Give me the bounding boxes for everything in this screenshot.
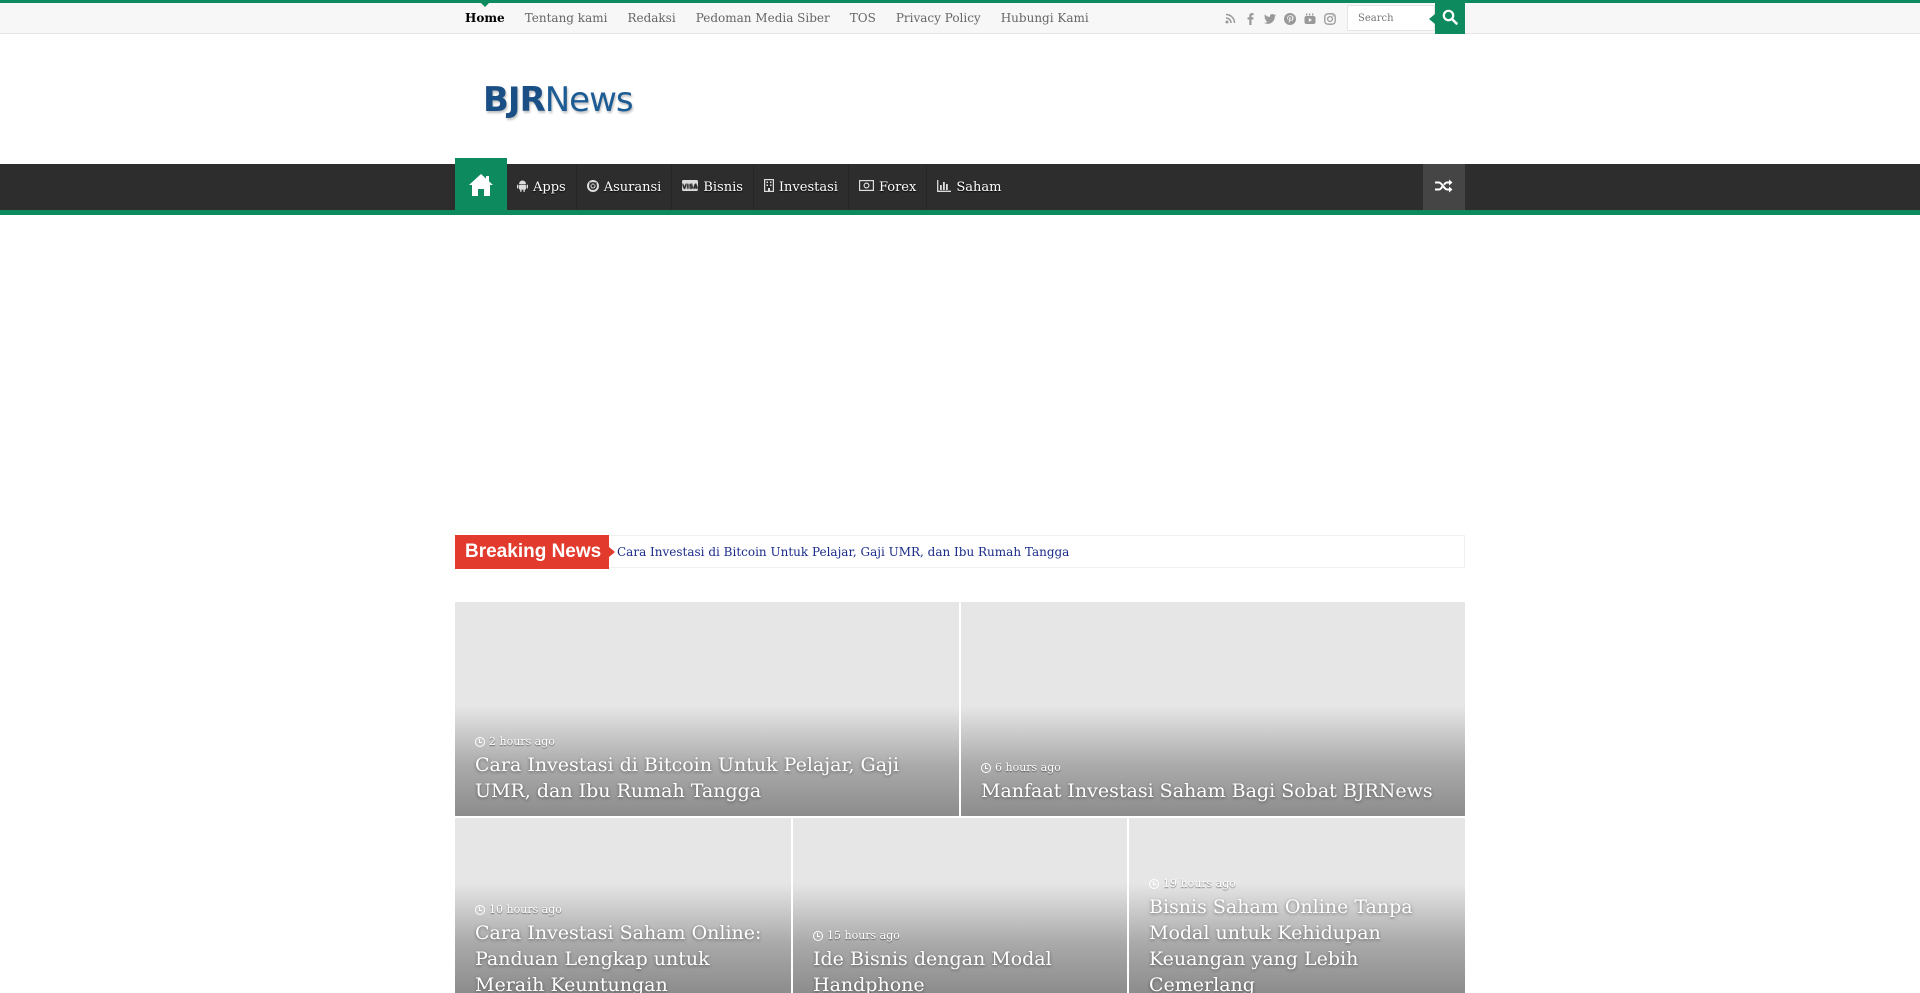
post-time-text: 15 hours ago xyxy=(827,929,900,942)
clock-icon xyxy=(813,930,823,941)
category-menu: Apps Asuransi VISA Bisnis Investasi Fore… xyxy=(507,164,1011,210)
clock-icon xyxy=(1149,878,1159,889)
nav-item-label: Asuransi xyxy=(603,179,662,195)
pinterest-icon[interactable] xyxy=(1283,12,1297,26)
post-time-text: 6 hours ago xyxy=(995,761,1061,774)
breaking-news-headline[interactable]: Cara Investasi di Bitcoin Untuk Pelajar,… xyxy=(617,536,1069,568)
life-ring-icon xyxy=(586,179,599,195)
top-bar-inner: Home Tentang kami Redaksi Pedoman Media … xyxy=(455,3,1465,34)
post-time: 19 hours ago xyxy=(1149,877,1236,890)
nav-item-asuransi[interactable]: Asuransi xyxy=(577,164,673,210)
nav-item-label: Forex xyxy=(878,179,917,195)
post-time: 15 hours ago xyxy=(813,929,900,942)
post-title[interactable]: Cara Investasi di Bitcoin Untuk Pelajar,… xyxy=(475,752,943,804)
top-nav-privacy-policy[interactable]: Privacy Policy xyxy=(896,3,981,34)
breaking-news-label: Breaking News xyxy=(455,535,615,569)
logo-bjr-text: BJR xyxy=(483,80,546,120)
home-icon xyxy=(468,173,494,201)
post-time: 10 hours ago xyxy=(475,903,562,916)
nav-item-saham[interactable]: Saham xyxy=(927,164,1011,210)
main-navigation: Apps Asuransi VISA Bisnis Investasi Fore… xyxy=(0,158,1920,215)
breaking-news-bar: Breaking News Cara Investasi di Bitcoin … xyxy=(455,535,1465,569)
top-nav-tentang-kami[interactable]: Tentang kami xyxy=(525,3,608,34)
search-button[interactable] xyxy=(1429,3,1465,34)
facebook-icon[interactable] xyxy=(1243,12,1257,26)
shuffle-icon xyxy=(1435,178,1453,197)
nav-item-label: Bisnis xyxy=(703,179,743,195)
nav-item-label: Apps xyxy=(533,179,566,195)
site-logo[interactable]: BJRNews xyxy=(483,78,634,122)
main-navigation-inner: Apps Asuransi VISA Bisnis Investasi Fore… xyxy=(455,158,1465,215)
top-nav-home[interactable]: Home xyxy=(465,3,505,34)
building-icon xyxy=(763,179,774,195)
top-nav-hubungi-kami[interactable]: Hubungi Kami xyxy=(1001,3,1089,34)
nav-item-label: Saham xyxy=(956,179,1002,195)
post-title[interactable]: Cara Investasi Saham Online: Panduan Len… xyxy=(475,920,775,993)
post-time-text: 10 hours ago xyxy=(489,903,562,916)
search-input[interactable] xyxy=(1348,6,1434,31)
rss-icon[interactable] xyxy=(1223,12,1237,26)
youtube-icon[interactable] xyxy=(1303,12,1317,26)
search-box xyxy=(1347,5,1435,31)
post-time-text: 19 hours ago xyxy=(1163,877,1236,890)
random-article-button[interactable] xyxy=(1423,164,1465,210)
clock-icon xyxy=(475,904,485,915)
money-icon xyxy=(858,180,874,194)
home-button[interactable] xyxy=(455,158,507,215)
post-title[interactable]: Ide Bisnis dengan Modal Handphone xyxy=(813,946,1111,993)
featured-post-2[interactable]: 6 hours ago Manfaat Investasi Saham Bagi… xyxy=(961,602,1465,816)
search-icon xyxy=(1442,9,1458,29)
post-time-text: 2 hours ago xyxy=(489,735,555,748)
main-navigation-accent-line xyxy=(0,210,1920,215)
svg-text:VISA: VISA xyxy=(682,183,698,190)
top-nav-pedoman-media-siber[interactable]: Pedoman Media Siber xyxy=(696,3,830,34)
nav-item-forex[interactable]: Forex xyxy=(849,164,928,210)
top-navigation: Home Tentang kami Redaksi Pedoman Media … xyxy=(455,3,1109,34)
post-time: 6 hours ago xyxy=(981,761,1061,774)
featured-post-5[interactable]: 19 hours ago Bisnis Saham Online Tanpa M… xyxy=(1129,818,1465,993)
top-nav-redaksi[interactable]: Redaksi xyxy=(627,3,675,34)
top-bar: Home Tentang kami Redaksi Pedoman Media … xyxy=(0,3,1920,34)
post-time: 2 hours ago xyxy=(475,735,555,748)
clock-icon xyxy=(981,762,991,773)
post-title[interactable]: Bisnis Saham Online Tanpa Modal untuk Ke… xyxy=(1149,894,1449,993)
android-icon xyxy=(517,180,528,195)
bar-chart-icon xyxy=(937,179,952,195)
social-icons xyxy=(1223,3,1337,34)
nav-item-investasi[interactable]: Investasi xyxy=(754,164,849,210)
logo-news-text: News xyxy=(544,80,634,120)
nav-item-label: Investasi xyxy=(778,179,838,195)
instagram-icon[interactable] xyxy=(1323,12,1337,26)
visa-card-icon: VISA xyxy=(682,180,699,194)
post-title[interactable]: Manfaat Investasi Saham Bagi Sobat BJRNe… xyxy=(981,778,1449,804)
featured-post-3[interactable]: 10 hours ago Cara Investasi Saham Online… xyxy=(455,818,791,993)
nav-item-bisnis[interactable]: VISA Bisnis xyxy=(672,164,754,210)
nav-item-apps[interactable]: Apps xyxy=(507,164,577,210)
featured-post-1[interactable]: 2 hours ago Cara Investasi di Bitcoin Un… xyxy=(455,602,959,816)
top-nav-tos[interactable]: TOS xyxy=(850,3,876,34)
clock-icon xyxy=(475,736,485,747)
featured-post-4[interactable]: 15 hours ago Ide Bisnis dengan Modal Han… xyxy=(793,818,1127,993)
twitter-icon[interactable] xyxy=(1263,12,1277,26)
